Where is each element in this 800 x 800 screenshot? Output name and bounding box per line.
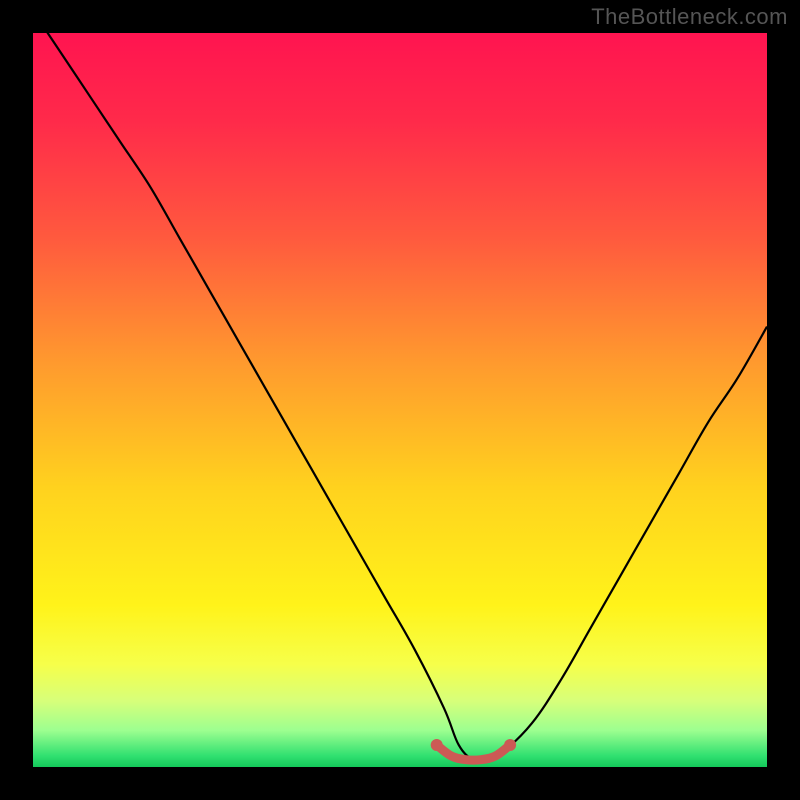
gradient-background [33,33,767,767]
watermark-text: TheBottleneck.com [591,4,788,30]
optimal-zone-endpoint [431,739,443,751]
optimal-zone-endpoint [504,739,516,751]
chart-frame: TheBottleneck.com [0,0,800,800]
bottleneck-chart [33,33,767,767]
plot-area [33,33,767,767]
